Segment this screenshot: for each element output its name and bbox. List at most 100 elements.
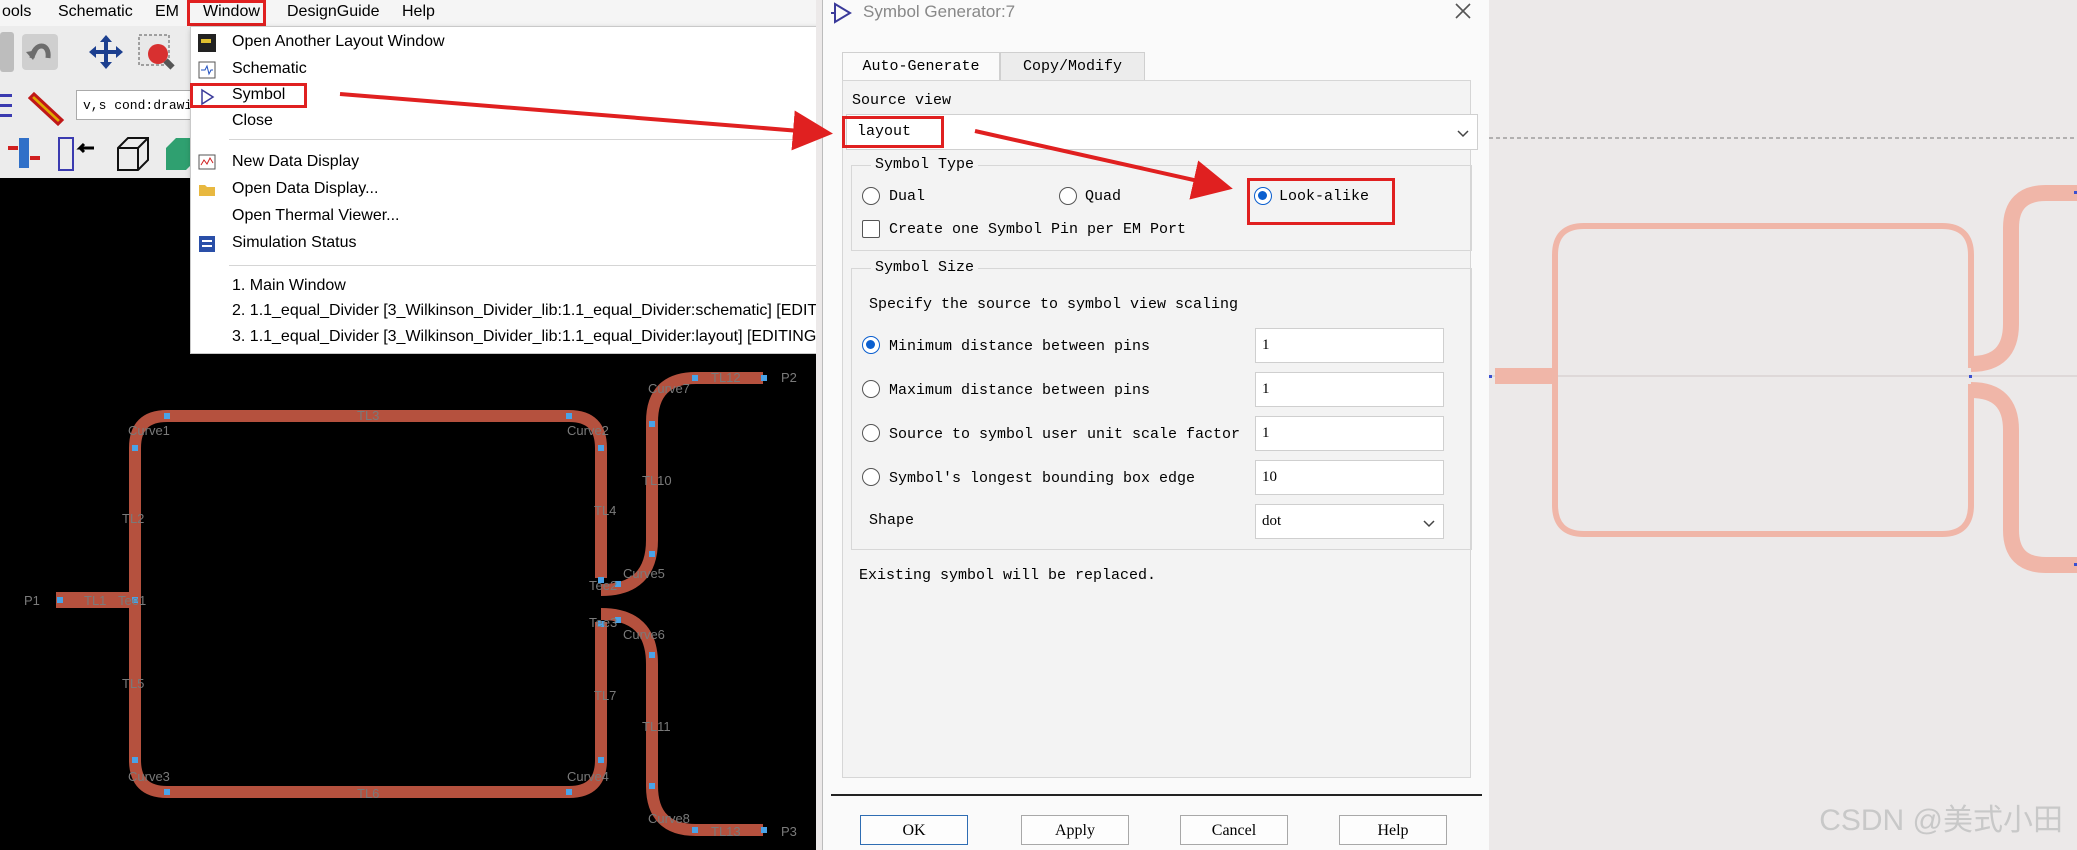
checkbox-pin-per-em-port[interactable]: [862, 220, 880, 238]
bounding-box-input[interactable]: 10: [1255, 460, 1444, 495]
radio-quad-label: Quad: [1085, 188, 1122, 205]
trace-group: [60, 372, 763, 836]
symbol-type-label: Symbol Type: [871, 156, 979, 173]
svg-text:Tee1: Tee1: [118, 593, 146, 608]
menu-separator: [229, 265, 816, 266]
shape-select[interactable]: dot: [1255, 504, 1444, 539]
toolbar-partial-button[interactable]: [0, 32, 14, 72]
simulation-status-icon: [199, 236, 215, 252]
radio-bounding-box[interactable]: [862, 468, 880, 486]
radio-scale-factor[interactable]: [862, 424, 880, 442]
replace-note: Existing symbol will be replaced.: [859, 567, 1157, 584]
zoom-area-icon[interactable]: [136, 32, 176, 72]
svg-text:TL1: TL1: [84, 593, 106, 608]
menu-open-data-display[interactable]: Open Data Display...: [232, 180, 378, 198]
scaling-description: Specify the source to symbol view scalin…: [869, 296, 1239, 313]
move-icon[interactable]: [86, 32, 126, 72]
data-display-icon: [198, 154, 216, 170]
svg-text:TL10: TL10: [642, 473, 672, 488]
trace-upper-loop: [129, 410, 607, 600]
chevron-down-icon: [1457, 130, 1469, 138]
max-distance-input[interactable]: 1: [1255, 372, 1444, 407]
highlight-window-menu: [187, 0, 266, 26]
window-menu-dropdown: Open Another Layout Window Schematic Sym…: [190, 26, 816, 354]
layout-window: ools Schematic EM Window DesignGuide Hel…: [0, 0, 816, 850]
menu-help[interactable]: Help: [402, 3, 435, 21]
svg-text:Curve4: Curve4: [567, 769, 609, 784]
radio-min-distance[interactable]: [862, 336, 880, 354]
pin-insert-icon[interactable]: [4, 134, 44, 174]
cancel-button[interactable]: Cancel: [1180, 815, 1288, 845]
ok-button[interactable]: OK: [860, 815, 968, 845]
radio-scale-factor-label: Source to symbol user unit scale factor: [889, 426, 1241, 443]
radio-max-distance[interactable]: [862, 380, 880, 398]
preview-trace-group: [1495, 185, 2077, 573]
svg-text:Curve1: Curve1: [128, 423, 170, 438]
menu-tools[interactable]: ools: [2, 3, 31, 21]
radio-dual[interactable]: [862, 187, 880, 205]
help-button[interactable]: Help: [1339, 815, 1447, 845]
svg-text:Curve6: Curve6: [623, 627, 665, 642]
svg-text:Tee2: Tee2: [589, 578, 617, 593]
menu-window-3[interactable]: 3. 1.1_equal_Divider [3_Wilkinson_Divide…: [232, 328, 816, 346]
watermark: CSDN @美式小田: [1819, 804, 2063, 837]
svg-text:TL7: TL7: [594, 688, 616, 703]
svg-text:Curve7: Curve7: [648, 381, 690, 396]
checkbox-pin-per-em-port-label: Create one Symbol Pin per EM Port: [889, 221, 1187, 238]
pencil-icon[interactable]: [28, 86, 68, 126]
menu-designguide[interactable]: DesignGuide: [287, 3, 380, 21]
symbol-preview-canvas[interactable]: CSDN @美式小田: [1489, 0, 2077, 850]
menubar: ools Schematic EM Window DesignGuide Hel…: [0, 0, 816, 26]
source-view-label: Source view: [852, 92, 952, 109]
highlight-look-alike: [1247, 178, 1395, 225]
symbol-size-label: Symbol Size: [871, 259, 979, 276]
shape-label: Shape: [869, 512, 915, 529]
menu-close[interactable]: Close: [232, 112, 273, 130]
radio-dual-label: Dual: [889, 188, 926, 205]
align-icon[interactable]: [0, 86, 14, 126]
svg-text:Curve2: Curve2: [567, 423, 609, 438]
menu-simulation-status[interactable]: Simulation Status: [232, 234, 357, 252]
svg-text:Curve3: Curve3: [128, 769, 170, 784]
menu-schematic[interactable]: Schematic: [232, 60, 307, 78]
tab-copy-modify[interactable]: Copy/Modify: [1000, 52, 1145, 80]
radio-max-distance-label: Maximum distance between pins: [889, 382, 1151, 399]
menu-open-another-layout-window[interactable]: Open Another Layout Window: [232, 33, 445, 51]
apply-button[interactable]: Apply: [1021, 815, 1129, 845]
button-divider: [831, 794, 1482, 796]
svg-text:TL13: TL13: [711, 824, 741, 839]
radio-bounding-box-label: Symbol's longest bounding box edge: [889, 470, 1196, 487]
menu-em[interactable]: EM: [155, 3, 179, 21]
svg-text:TL6: TL6: [357, 786, 379, 801]
menu-schematic[interactable]: Schematic: [58, 3, 133, 21]
trace-lower-loop: [129, 600, 607, 798]
svg-text:Curve5: Curve5: [623, 566, 665, 581]
close-icon[interactable]: [1454, 2, 1472, 20]
chevron-down-icon: [1423, 520, 1435, 528]
tab-auto-generate[interactable]: Auto-Generate: [842, 52, 1000, 80]
svg-text:Curve8: Curve8: [648, 811, 690, 826]
menu-open-thermal-viewer[interactable]: Open Thermal Viewer...: [232, 207, 400, 225]
symbol-preview-drawing: [1489, 137, 2077, 573]
menu-new-data-display[interactable]: New Data Display: [232, 153, 359, 171]
radio-min-distance-label: Minimum distance between pins: [889, 338, 1151, 355]
layout-window-icon: [198, 34, 216, 52]
menu-window-1[interactable]: 1. Main Window: [232, 277, 346, 295]
undo-icon[interactable]: [20, 32, 60, 72]
svg-text:TL5: TL5: [122, 676, 144, 691]
box-3d-icon[interactable]: [112, 134, 152, 174]
toolbar-row-1: [0, 26, 200, 84]
svg-text:P1: P1: [24, 593, 40, 608]
min-distance-input[interactable]: 1: [1255, 328, 1444, 363]
highlight-source-view: [842, 116, 944, 148]
svg-text:P2: P2: [781, 370, 797, 385]
menu-separator: [229, 139, 816, 140]
dialog-title: Symbol Generator:7: [863, 2, 1016, 21]
svg-text:TL11: TL11: [642, 719, 671, 734]
svg-text:Tee3: Tee3: [589, 615, 617, 630]
port-arrow-icon[interactable]: [56, 134, 96, 174]
menu-window-2[interactable]: 2. 1.1_equal_Divider [3_Wilkinson_Divide…: [232, 302, 816, 320]
scale-factor-input[interactable]: 1: [1255, 416, 1444, 451]
radio-quad[interactable]: [1059, 187, 1077, 205]
highlight-symbol-item: [190, 83, 307, 108]
